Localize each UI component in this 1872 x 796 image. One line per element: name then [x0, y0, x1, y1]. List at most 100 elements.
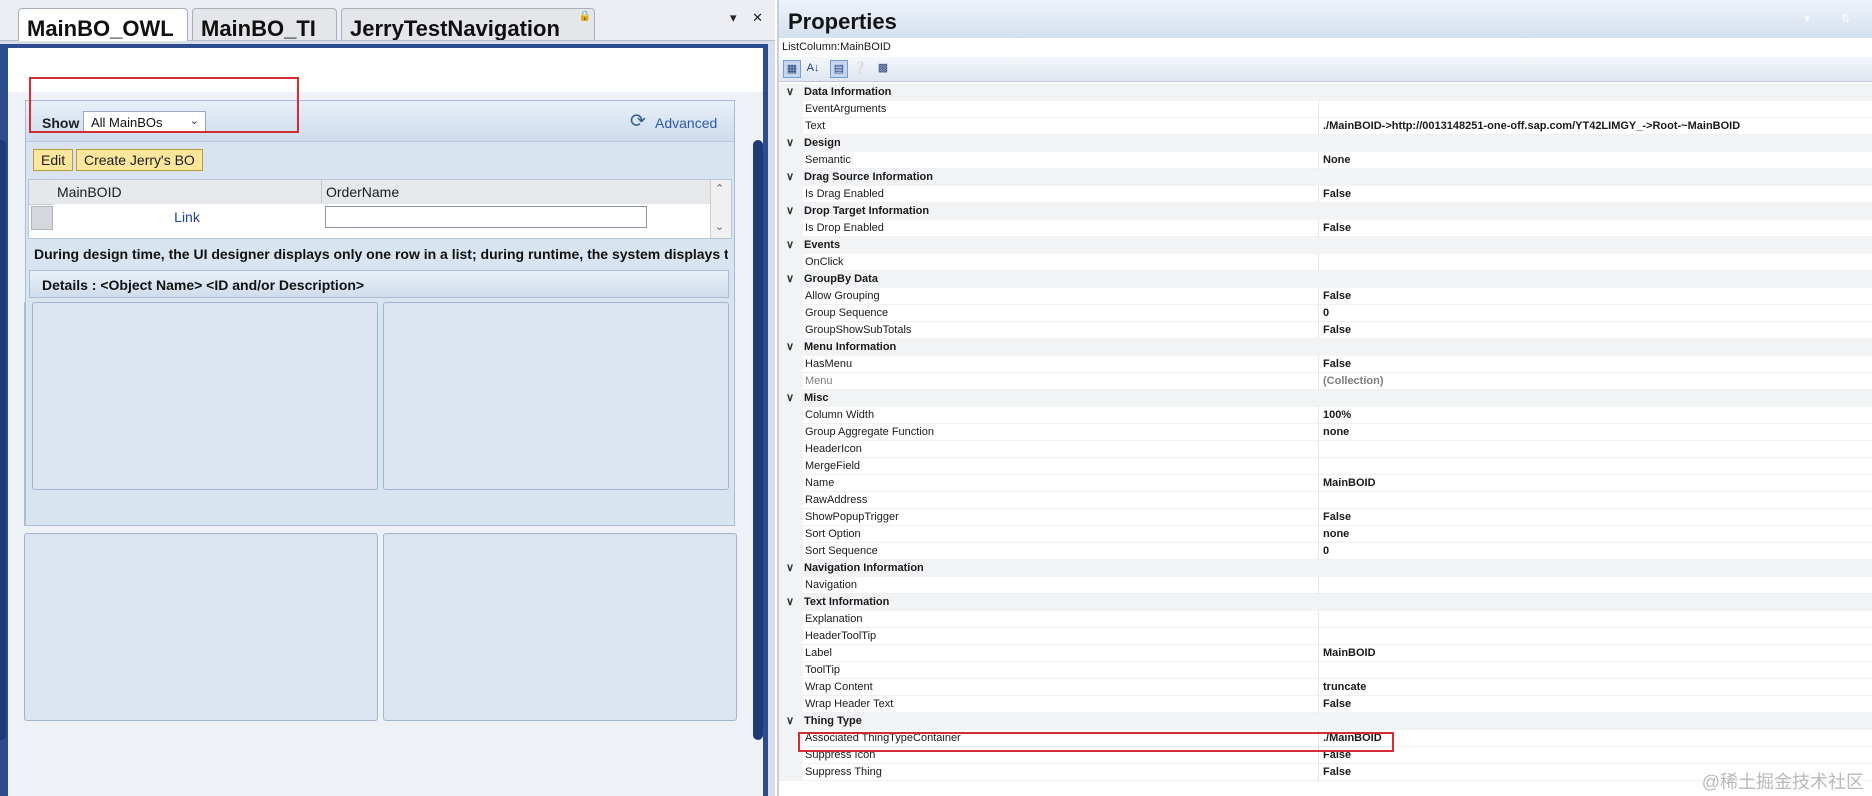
property-row[interactable]: Menu (Collection): [779, 373, 1872, 390]
column-header-mainboid[interactable]: MainBOID: [53, 180, 322, 204]
property-category[interactable]: ∨ Text Information: [779, 594, 1872, 611]
property-category[interactable]: ∨ Navigation Information: [779, 560, 1872, 577]
collapse-chevron-icon[interactable]: ∨: [786, 203, 794, 220]
sort-alphabetical-icon[interactable]: A↓: [804, 60, 822, 78]
details-pane-top-left[interactable]: [32, 302, 378, 490]
property-value[interactable]: MainBOID: [1323, 645, 1376, 662]
property-value[interactable]: False: [1323, 288, 1351, 305]
property-value[interactable]: False: [1323, 186, 1351, 203]
collapse-chevron-icon[interactable]: ∨: [786, 594, 794, 611]
collapse-chevron-icon[interactable]: ∨: [786, 390, 794, 407]
property-category[interactable]: ∨ Data Information: [779, 84, 1872, 101]
property-value[interactable]: MainBOID: [1323, 475, 1376, 492]
property-row[interactable]: Navigation: [779, 577, 1872, 594]
collapse-chevron-icon[interactable]: ∨: [786, 84, 794, 101]
details-pane-bottom-right[interactable]: [383, 533, 737, 721]
property-row[interactable]: GroupShowSubTotals False: [779, 322, 1872, 339]
property-value[interactable]: none: [1323, 424, 1349, 441]
property-row[interactable]: RawAddress: [779, 492, 1872, 509]
pin-icon[interactable]: ▾ ⇅: [1804, 12, 1864, 25]
property-category[interactable]: ∨ GroupBy Data: [779, 271, 1872, 288]
row-selector[interactable]: [31, 206, 53, 230]
property-row[interactable]: Sort Option none: [779, 526, 1872, 543]
property-value[interactable]: truncate: [1323, 679, 1366, 696]
property-name: Is Drop Enabled: [805, 222, 884, 234]
collapse-chevron-icon[interactable]: ∨: [786, 339, 794, 356]
collapse-chevron-icon[interactable]: ∨: [786, 135, 794, 152]
help-icon[interactable]: ❔: [851, 60, 869, 78]
property-category[interactable]: ∨ Menu Information: [779, 339, 1872, 356]
property-pages-icon[interactable]: ▩: [874, 60, 892, 78]
property-value[interactable]: False: [1323, 509, 1351, 526]
row-gutter: [779, 305, 803, 322]
property-row[interactable]: Semantic None: [779, 152, 1872, 169]
row-gutter: [779, 254, 803, 271]
property-row[interactable]: Wrap Content truncate: [779, 679, 1872, 696]
property-row[interactable]: HeaderIcon: [779, 441, 1872, 458]
property-row[interactable]: Sort Sequence 0: [779, 543, 1872, 560]
create-jerrys-bo-button[interactable]: Create Jerry's BO: [76, 149, 203, 171]
property-row[interactable]: HasMenu False: [779, 356, 1872, 373]
scroll-up-icon[interactable]: ⌃: [715, 182, 724, 195]
collapse-chevron-icon[interactable]: ∨: [786, 713, 794, 730]
property-value[interactable]: False: [1323, 220, 1351, 237]
property-row[interactable]: Name MainBOID: [779, 475, 1872, 492]
property-row[interactable]: ToolTip: [779, 662, 1872, 679]
property-value[interactable]: 100%: [1323, 407, 1351, 424]
refresh-icon[interactable]: ⟳: [630, 112, 646, 131]
property-row[interactable]: OnClick: [779, 254, 1872, 271]
edit-button[interactable]: Edit: [33, 149, 74, 171]
ordername-input[interactable]: [325, 206, 647, 228]
collapse-chevron-icon[interactable]: ∨: [786, 560, 794, 577]
scroll-down-icon[interactable]: ⌄: [715, 220, 724, 233]
property-category[interactable]: ∨ Design: [779, 135, 1872, 152]
tab-mainbo-ti[interactable]: MainBO_TI: [192, 8, 337, 40]
property-value[interactable]: 0: [1323, 305, 1329, 322]
collapse-chevron-icon[interactable]: ∨: [786, 169, 794, 186]
details-pane-bottom-left[interactable]: [24, 533, 378, 721]
property-value[interactable]: ./MainBOID->http://0013148251-one-off.sa…: [1323, 118, 1740, 135]
tab-controls[interactable]: ▾ ✕: [730, 10, 769, 26]
row-gutter: [779, 475, 803, 492]
property-row[interactable]: Text ./MainBOID->http://0013148251-one-of…: [779, 118, 1872, 135]
grid-scrollbar[interactable]: ⌃ ⌄: [710, 180, 731, 238]
property-category[interactable]: ∨ Drag Source Information: [779, 169, 1872, 186]
property-row[interactable]: Is Drop Enabled False: [779, 220, 1872, 237]
collapse-chevron-icon[interactable]: ∨: [786, 237, 794, 254]
property-row[interactable]: Wrap Header Text False: [779, 696, 1872, 713]
property-name: ToolTip: [805, 664, 841, 676]
tab-jerrytestnavigation[interactable]: JerryTestNavigation 🔒: [341, 8, 595, 40]
mainboid-link-cell[interactable]: Link: [57, 209, 317, 225]
property-category[interactable]: ∨ Misc: [779, 390, 1872, 407]
property-row[interactable]: Group Aggregate Function none: [779, 424, 1872, 441]
property-value[interactable]: False: [1323, 356, 1351, 373]
property-value[interactable]: False: [1323, 696, 1351, 713]
property-category[interactable]: ∨ Events: [779, 237, 1872, 254]
details-pane-top-right[interactable]: [383, 302, 729, 490]
property-name: Sort Sequence: [805, 545, 878, 557]
property-row[interactable]: Group Sequence 0: [779, 305, 1872, 322]
property-row[interactable]: HeaderToolTip: [779, 628, 1872, 645]
property-value[interactable]: 0: [1323, 543, 1329, 560]
property-row[interactable]: Explanation: [779, 611, 1872, 628]
property-value[interactable]: None: [1323, 152, 1351, 169]
property-row[interactable]: ShowPopupTrigger False: [779, 509, 1872, 526]
properties-view-icon[interactable]: ▤: [830, 60, 848, 78]
property-row[interactable]: Allow Grouping False: [779, 288, 1872, 305]
categorized-icon[interactable]: ▦: [783, 60, 801, 78]
property-value[interactable]: none: [1323, 526, 1349, 543]
property-value[interactable]: False: [1323, 322, 1351, 339]
column-header-ordername[interactable]: OrderName: [322, 180, 712, 204]
property-value[interactable]: (Collection): [1323, 373, 1384, 390]
collapse-chevron-icon[interactable]: ∨: [786, 271, 794, 288]
property-row[interactable]: Is Drag Enabled False: [779, 186, 1872, 203]
advanced-link[interactable]: Advanced: [655, 115, 717, 131]
property-row[interactable]: EventArguments: [779, 101, 1872, 118]
property-category[interactable]: ∨ Drop Target Information: [779, 203, 1872, 220]
property-row[interactable]: Column Width 100%: [779, 407, 1872, 424]
property-row[interactable]: Label MainBOID: [779, 645, 1872, 662]
property-value[interactable]: False: [1323, 764, 1351, 781]
tab-mainbo-owl[interactable]: MainBO_OWL: [18, 8, 188, 41]
property-row[interactable]: MergeField: [779, 458, 1872, 475]
property-category[interactable]: ∨ Thing Type: [779, 713, 1872, 730]
